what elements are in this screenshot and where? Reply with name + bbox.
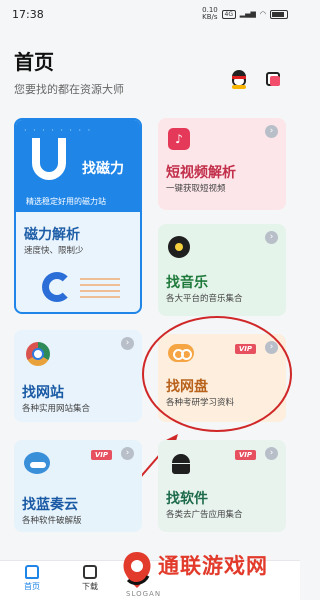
card-desc: 各类去广告应用集合 xyxy=(166,510,243,520)
nav-label: 首页 xyxy=(24,582,40,591)
nav-home[interactable]: 首页 xyxy=(12,565,52,592)
chevron-right-icon[interactable]: › xyxy=(265,231,278,244)
card-desc: 速度快、限制少 xyxy=(24,246,84,256)
magnet-banner: · · · · · · · · 找磁力 精选稳定好用的磁力站 xyxy=(16,120,140,212)
network-speed: 0.10 KB/s xyxy=(202,6,218,21)
card-title: 找软件 xyxy=(166,491,208,507)
card-title: 短视频解析 xyxy=(166,165,236,181)
watermark-text: 通联游戏网 xyxy=(158,554,268,578)
magnet-field-lines xyxy=(80,276,120,298)
status-bar: 17:38 0.10 KB/s 4G ▂▄▆ ◠ xyxy=(0,0,300,28)
vinyl-record-icon xyxy=(168,236,190,258)
browser-icon xyxy=(26,342,50,366)
card-desc: 各种实用网站集合 xyxy=(22,404,91,414)
magnet-icon xyxy=(32,138,66,180)
highlight-circle xyxy=(142,316,292,432)
chevron-right-icon[interactable]: › xyxy=(265,447,278,460)
card-desc: 一键获取短视频 xyxy=(166,184,226,194)
watermark-logo-icon xyxy=(123,552,151,588)
qq-icon[interactable] xyxy=(230,70,248,90)
card-desc: 各种软件破解版 xyxy=(22,516,82,526)
card-music[interactable]: › 找音乐 各大平台的音乐集合 xyxy=(158,224,286,316)
card-title: 磁力解析 xyxy=(24,227,80,243)
battery-icon xyxy=(270,9,288,19)
watermark: 通联游戏网 SLOGAN xyxy=(120,548,298,600)
tiktok-icon: ♪ xyxy=(168,128,190,150)
magnet-banner-label: 找磁力 xyxy=(82,161,124,177)
header-actions xyxy=(230,70,282,90)
card-software[interactable]: VIP › 找软件 各类去广告应用集合 xyxy=(158,440,286,532)
nav-label: 下载 xyxy=(82,582,98,591)
card-title: 找蓝奏云 xyxy=(22,497,78,513)
nav-download[interactable]: 下载 xyxy=(70,565,110,592)
wifi-icon: ◠ xyxy=(259,10,266,18)
chevron-right-icon[interactable]: › xyxy=(121,447,134,460)
status-time: 17:38 xyxy=(12,7,44,21)
chevron-right-icon[interactable]: › xyxy=(265,125,278,138)
card-magnet[interactable]: · · · · · · · · 找磁力 精选稳定好用的磁力站 磁力解析 速度快、… xyxy=(14,118,142,314)
home-icon xyxy=(25,565,39,579)
card-short-video[interactable]: ♪ › 短视频解析 一键获取短视频 xyxy=(158,118,286,210)
card-website[interactable]: › 找网站 各种实用网站集合 xyxy=(14,330,142,422)
vip-badge: VIP xyxy=(90,450,112,460)
lanzou-cloud-icon xyxy=(24,452,50,474)
share-icon[interactable] xyxy=(264,70,282,88)
card-lanzou[interactable]: VIP › 找蓝奏云 各种软件破解版 xyxy=(14,440,142,532)
magnet-banner-tag: 精选稳定好用的磁力站 xyxy=(26,197,106,206)
network-type-icon: 4G xyxy=(221,9,236,19)
header: 首页 您要找的都在资源大师 xyxy=(14,46,286,97)
status-icons: 0.10 KB/s 4G ▂▄▆ ◠ xyxy=(202,7,288,21)
horseshoe-magnet-icon xyxy=(42,272,72,302)
vip-badge: VIP xyxy=(234,450,256,460)
watermark-slogan: SLOGAN xyxy=(126,590,162,598)
card-title: 找音乐 xyxy=(166,275,208,291)
android-icon xyxy=(170,452,192,474)
card-desc: 各大平台的音乐集合 xyxy=(166,294,243,304)
download-icon xyxy=(83,565,97,579)
sparkle-decoration: · · · · · · · · xyxy=(24,126,93,135)
chevron-right-icon[interactable]: › xyxy=(121,337,134,350)
magnet-illustration xyxy=(38,270,122,304)
card-title: 找网站 xyxy=(22,385,64,401)
signal-icon: ▂▄▆ xyxy=(239,10,256,18)
